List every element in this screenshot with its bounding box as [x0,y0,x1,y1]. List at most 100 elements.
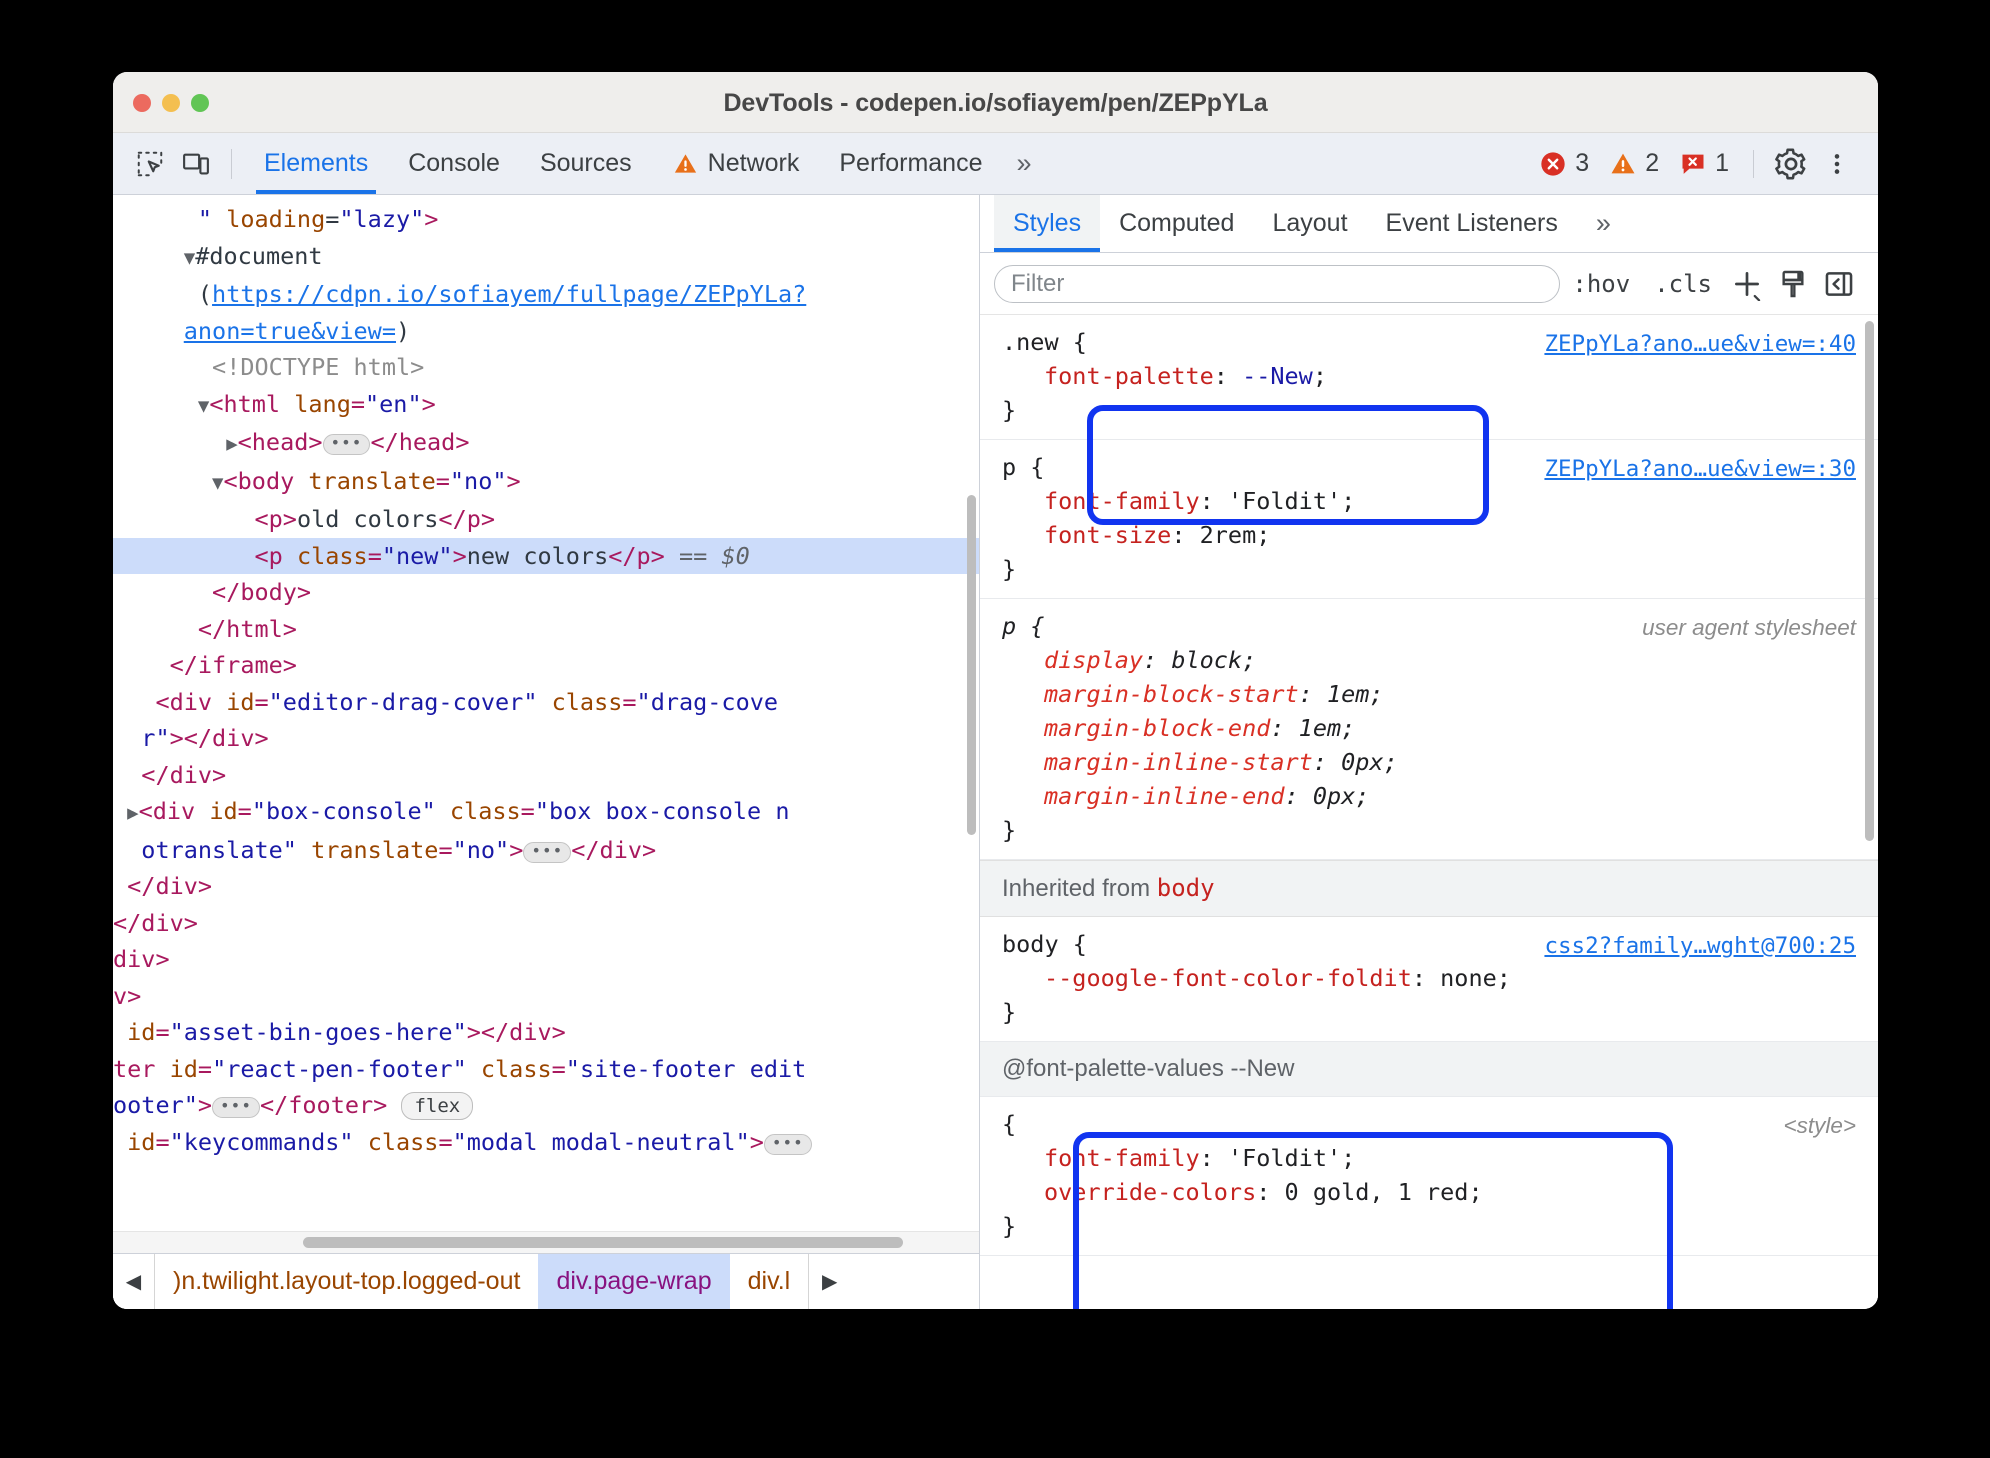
dom-tree-vertical-scrollbar[interactable] [967,495,976,835]
dom-line-editor-drag-cover[interactable]: <div id="editor-drag-cover" class="drag-… [113,684,979,721]
flex-badge[interactable]: flex [401,1092,474,1120]
style-rule-font-palette-values[interactable]: <style> { font-family: 'Foldit'; overrid… [980,1097,1878,1256]
issue-count: 1 [1715,149,1729,177]
inherited-from-element[interactable]: body [1157,874,1215,902]
more-tabs-button[interactable]: » [1002,148,1042,179]
tab-network-label: Network [707,149,800,177]
dom-line-html-close[interactable]: </html> [113,611,979,648]
inspect-element-button[interactable] [127,141,173,187]
window-titlebar: DevTools - codepen.io/sofiayem/pen/ZEPpY… [113,72,1878,133]
style-rule-p-author[interactable]: ZEPpYLa?ano…ue&view=:30 p { font-family:… [980,440,1878,599]
dom-tree-horizontal-scrollbar[interactable] [303,1237,903,1248]
dom-line-react-pen-footer-2[interactable]: ooter"> ••• </footer> flex [113,1087,979,1124]
style-rule-close: } [1002,816,1017,844]
style-rule-source-link[interactable]: ZEPpYLa?ano…ue&view=:40 [1544,327,1856,361]
dom-line-document-url2[interactable]: anon=true&view=) [113,313,979,350]
hover-state-button[interactable]: :hov [1560,264,1642,304]
devtools-toolbar: Elements Console Sources Network Perform… [113,133,1878,195]
dom-line-keycommands[interactable]: id="keycommands" class="modal modal-neut… [113,1124,979,1161]
toolbar-divider-right [1753,149,1754,178]
device-toolbar-button[interactable] [173,141,219,187]
breadcrumb-scroll-right-button[interactable]: ▶ [808,1254,851,1309]
dom-tree[interactable]: " loading="lazy"> ▼#document (https://cd… [113,195,979,1231]
breadcrumb-scroll-left-button[interactable]: ◀ [113,1254,155,1309]
toggle-sidebar-button[interactable] [1816,264,1862,304]
dom-line-document[interactable]: ▼#document [113,238,979,277]
tab-styles[interactable]: Styles [994,195,1101,252]
style-declaration[interactable]: font-size: 2rem; [980,518,1878,552]
dom-line-editor-drag-cover-2[interactable]: r"></div> [113,720,979,757]
dom-line-div-close-2[interactable]: </div> [113,868,979,905]
breadcrumb-item-0[interactable]: )n.twilight.layout-top.logged-out [155,1254,538,1309]
more-options-button[interactable] [1814,141,1860,187]
tab-computed[interactable]: Computed [1100,195,1253,252]
tab-elements-label: Elements [264,149,369,177]
dom-line-asset-bin[interactable]: id="asset-bin-goes-here"></div> [113,1014,979,1051]
dom-line-div-close-5[interactable]: v> [113,978,979,1015]
style-rule-source-link[interactable]: css2?family…wght@700:25 [1544,929,1856,963]
style-rules-list[interactable]: ZEPpYLa?ano…ue&view=:40 .new { font-pale… [980,315,1878,1309]
warning-counter[interactable]: 2 [1609,149,1659,178]
expand-ellipsis[interactable]: ••• [523,841,572,863]
expand-ellipsis[interactable]: ••• [322,434,371,455]
new-style-rule-button[interactable] [1724,264,1770,304]
tab-performance[interactable]: Performance [819,133,1002,194]
settings-button[interactable] [1768,141,1814,187]
chevron-left-icon: ◀ [125,1271,142,1293]
style-rule-source-link[interactable]: ZEPpYLa?ano…ue&view=:30 [1544,452,1856,486]
document-url-part1[interactable]: https://cdpn.io/sofiayem/fullpage/ZEPpYL… [212,280,806,308]
style-declaration[interactable]: --google-font-color-foldit: none; [980,961,1878,995]
style-declaration[interactable]: font-family: 'Foldit'; [980,484,1878,518]
style-rule-body-inherited[interactable]: css2?family…wght@700:25 body { --google-… [980,917,1878,1042]
style-declaration[interactable]: font-palette: --New; [980,359,1878,393]
styles-filter-input[interactable] [994,264,1561,303]
dom-line-div-close-4[interactable]: div> [113,941,979,978]
dom-line-document-url[interactable]: (https://cdpn.io/sofiayem/fullpage/ZEPpY… [113,276,979,313]
dom-line-head[interactable]: ▶<head> ••• </head> [113,424,979,463]
dom-line-box-console[interactable]: ▶<div id="box-console" class="box box-co… [113,793,979,832]
dom-line-div-close-3[interactable]: </div> [113,905,979,942]
style-declaration[interactable]: override-colors: 0 gold, 1 red; [980,1175,1878,1209]
at-rule-open-brace: { [1002,1110,1017,1138]
breadcrumb-item-1[interactable]: div.page-wrap [538,1254,730,1309]
dom-tree-horizontal-scrollbar-track[interactable] [113,1231,979,1253]
dom-line[interactable]: " loading="lazy"> [113,201,979,238]
expand-ellipsis[interactable]: ••• [212,1097,260,1118]
styles-more-tabs-button[interactable]: » [1577,195,1627,252]
dom-line-doctype[interactable]: <!DOCTYPE html> [113,349,979,386]
style-rule-close: } [1002,555,1017,583]
dom-line-html[interactable]: ▼<html lang="en"> [113,386,979,425]
styles-sidebar: Styles Computed Layout Event Listeners »… [980,195,1878,1309]
tab-event-listeners[interactable]: Event Listeners [1367,195,1577,252]
at-rule-header: @font-palette-values --New [980,1042,1878,1097]
plus-icon [1735,271,1761,301]
elements-panel: " loading="lazy"> ▼#document (https://cd… [113,195,979,1309]
dom-line-body[interactable]: ▼<body translate="no"> [113,463,979,502]
style-rule-new[interactable]: ZEPpYLa?ano…ue&view=:40 .new { font-pale… [980,315,1878,440]
document-url-part2[interactable]: anon=true&view= [184,317,396,345]
breadcrumb: ◀ )n.twilight.layout-top.logged-out div.… [113,1253,979,1309]
error-counter[interactable]: 3 [1539,149,1589,178]
expand-ellipsis[interactable]: ••• [763,1133,812,1155]
style-declaration[interactable]: font-family: 'Foldit'; [980,1141,1878,1175]
styles-vertical-scrollbar[interactable] [1865,321,1874,841]
issue-counter[interactable]: 1 [1679,149,1729,178]
tab-elements[interactable]: Elements [244,133,388,194]
copy-styles-button[interactable] [1770,264,1816,304]
tab-console[interactable]: Console [388,133,520,194]
dom-line-box-console-2[interactable]: otranslate" translate="no"> ••• </div> [113,832,979,869]
dom-line-iframe-close[interactable]: </iframe> [113,647,979,684]
dom-line-body-close[interactable]: </body> [113,574,979,611]
tab-sources[interactable]: Sources [520,133,652,194]
dom-line-p-old[interactable]: <p>old colors</p> [113,501,979,538]
dom-line-div-close-1[interactable]: </div> [113,757,979,794]
breadcrumb-item-2[interactable]: div.l [730,1254,809,1309]
styles-filter-bar: :hov .cls [980,253,1878,315]
dom-line-react-pen-footer[interactable]: ter id="react-pen-footer" class="site-fo… [113,1051,979,1088]
tab-network[interactable]: Network [652,133,820,194]
style-rule-source-label: <style> [1783,1113,1856,1138]
dom-line-p-new-selected[interactable]: <p class="new">new colors</p> == $0 [113,537,979,574]
style-rule-p-user-agent[interactable]: user agent stylesheet p { display: block… [980,599,1878,860]
tab-layout[interactable]: Layout [1253,195,1366,252]
element-classes-button[interactable]: .cls [1642,264,1724,304]
